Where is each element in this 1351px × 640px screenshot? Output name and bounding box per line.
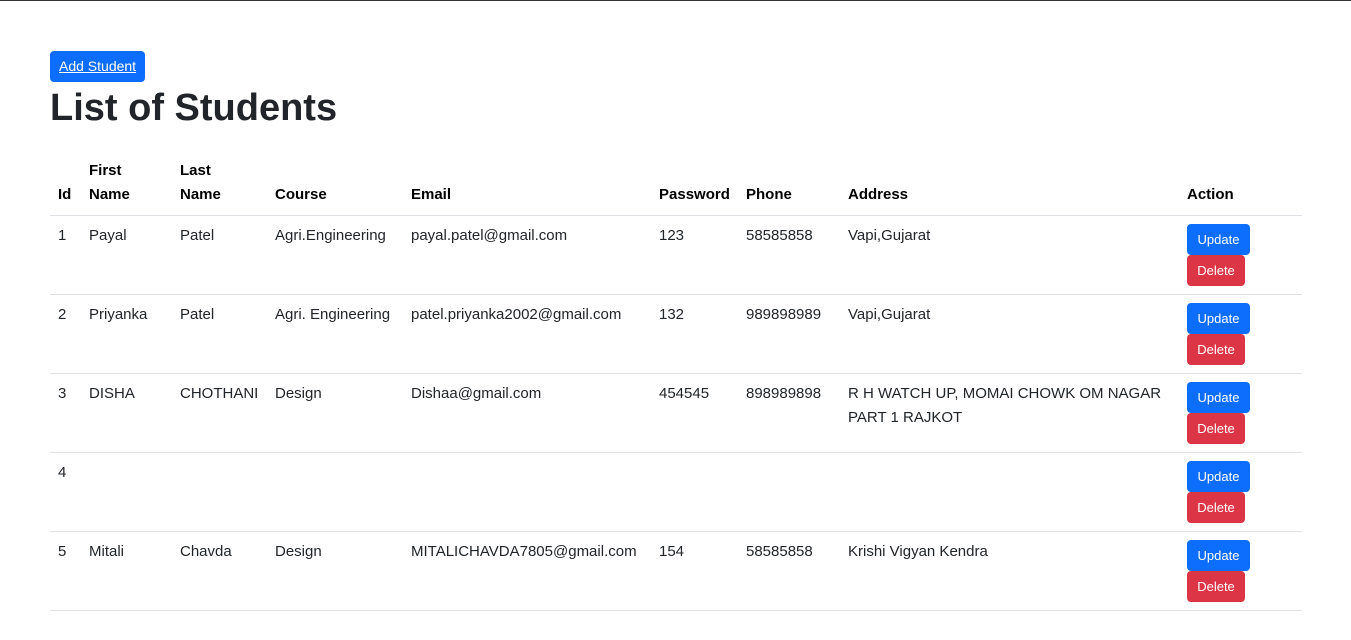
cell-last-name: Patel [172,294,267,374]
cell-id: 1 [50,215,81,295]
cell-email: Dishaa@gmail.com [403,373,651,453]
cell-course: Design [267,531,403,611]
cell-first-name: DISHA [81,373,172,453]
cell-id: 3 [50,373,81,453]
cell-action: Update Delete [1179,373,1302,453]
cell-password: 123 [651,215,738,295]
update-button[interactable]: Update [1187,540,1250,571]
cell-first-name: Payal [81,215,172,295]
table-row: 1 Payal Patel Agri.Engineering payal.pat… [50,215,1302,295]
cell-action: Update Delete [1179,452,1302,532]
cell-last-name: Patel [172,215,267,295]
cell-first-name: Mitali [81,531,172,611]
header-last-name: Last Name [172,159,267,216]
table-row: 3 DISHA CHOTHANI Design Dishaa@gmail.com… [50,373,1302,453]
header-action: Action [1179,159,1302,216]
header-id: Id [50,159,81,216]
delete-button[interactable]: Delete [1187,255,1245,286]
cell-phone: 989898989 [738,294,840,374]
cell-last-name: CHOTHANI [172,373,267,453]
cell-password: 132 [651,294,738,374]
top-border [0,0,1351,1]
cell-email: MITALICHAVDA7805@gmail.com [403,531,651,611]
cell-email: payal.patel@gmail.com [403,215,651,295]
cell-course: Agri.Engineering [267,215,403,295]
cell-phone: 898989898 [738,373,840,453]
delete-button[interactable]: Delete [1187,492,1245,523]
cell-last-name: Chavda [172,531,267,611]
header-phone: Phone [738,159,840,216]
page-title: List of Students [50,87,338,129]
delete-button[interactable]: Delete [1187,571,1245,602]
cell-course [267,452,403,532]
cell-id: 5 [50,531,81,611]
cell-last-name [172,452,267,532]
table-row: 5 Mitali Chavda Design MITALICHAVDA7805@… [50,531,1302,611]
cell-first-name: Priyanka [81,294,172,374]
update-button[interactable]: Update [1187,461,1250,492]
header-address: Address [840,159,1179,216]
cell-phone: 58585858 [738,215,840,295]
cell-action: Update Delete [1179,531,1302,611]
header-course: Course [267,159,403,216]
cell-action: Update Delete [1179,294,1302,374]
cell-email: patel.priyanka2002@gmail.com [403,294,651,374]
cell-address: Krishi Vigyan Kendra [840,531,1179,611]
cell-password: 154 [651,531,738,611]
table-row: 2 Priyanka Patel Agri. Engineering patel… [50,294,1302,374]
delete-button[interactable]: Delete [1187,334,1245,365]
cell-action: Update Delete [1179,215,1302,295]
cell-address: Vapi,Gujarat [840,294,1179,374]
cell-phone [738,452,840,532]
update-button[interactable]: Update [1187,382,1250,413]
header-password: Password [651,159,738,216]
cell-first-name [81,452,172,532]
cell-address: R H WATCH UP, MOMAI CHOWK OM NAGAR PART … [840,373,1179,453]
cell-phone: 58585858 [738,531,840,611]
add-student-button[interactable]: Add Student [50,51,146,82]
cell-course: Design [267,373,403,453]
update-button[interactable]: Update [1187,224,1250,255]
main-container: Add Student List of Students Id First Nam… [50,51,1302,611]
table-header-row: Id First Name Last Name Course Email Passw… [50,159,1302,216]
cell-email [403,452,651,532]
delete-button[interactable]: Delete [1187,413,1245,444]
cell-course: Agri. Engineering [267,294,403,374]
cell-password: 454545 [651,373,738,453]
cell-address: Vapi,Gujarat [840,215,1179,295]
header-email: Email [403,159,651,216]
cell-id: 4 [50,452,81,532]
cell-password [651,452,738,532]
cell-id: 2 [50,294,81,374]
header-first-name: First Name [81,159,172,216]
students-table: Id First Name Last Name Course Email Passw… [50,159,1302,611]
table-row: 4 Update Delete [50,452,1302,532]
update-button[interactable]: Update [1187,303,1250,334]
cell-address [840,452,1179,532]
